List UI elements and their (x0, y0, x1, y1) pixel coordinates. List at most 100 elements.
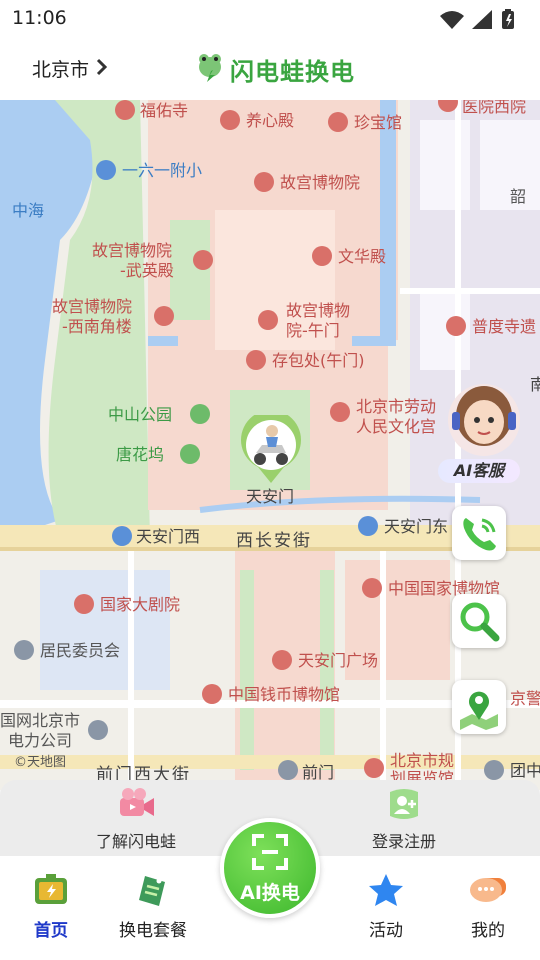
tab-home[interactable]: 首页 (11, 872, 91, 941)
signal-icon (472, 10, 492, 29)
poi-pin[interactable] (484, 760, 504, 780)
poi-label[interactable]: 北京市规 (390, 752, 454, 770)
current-location-rider-marker[interactable] (236, 415, 306, 485)
poi-label[interactable]: 普度寺遗 (472, 318, 536, 336)
chevron-right-icon[interactable] (96, 58, 108, 76)
poi-label[interactable]: -西南角楼 (62, 318, 132, 336)
poi-label[interactable]: 韶 (510, 188, 526, 206)
poi-pin[interactable] (193, 250, 213, 270)
phone-icon (463, 518, 496, 551)
poi-pin[interactable] (364, 758, 384, 778)
poi-label[interactable]: 故宫博物院 (52, 298, 132, 316)
ai-service-label[interactable]: AI客服 (438, 459, 520, 483)
poi-label[interactable]: 居民委员会 (40, 642, 120, 660)
poi-label[interactable]: 福佑寺 (140, 102, 188, 120)
map-copyright: ©天地图 (14, 755, 67, 770)
poi-label[interactable]: 人民文化宫 (356, 418, 436, 436)
tab-activity-label: 活动 (369, 921, 403, 941)
tab-mine[interactable]: 我的 (448, 872, 528, 941)
poi-pin[interactable] (88, 720, 108, 740)
wifi-icon (440, 11, 464, 29)
poi-label[interactable]: 南 (530, 376, 540, 394)
poi-pin[interactable] (362, 578, 382, 598)
poi-label[interactable]: 养心殿 (246, 112, 294, 130)
ai-service-avatar-icon[interactable] (444, 380, 524, 460)
poi-pin[interactable] (272, 650, 292, 670)
header: 北京市 闪电蛙换电 (0, 36, 540, 100)
ai-swap-label: AI换电 (240, 882, 300, 904)
tab-activity[interactable]: 活动 (346, 872, 426, 941)
poi-pin[interactable] (446, 316, 466, 336)
status-icons (440, 9, 514, 29)
poi-pin[interactable] (14, 640, 34, 660)
status-bar: 11:06 (0, 0, 540, 36)
tab-mine-label: 我的 (471, 921, 505, 941)
park-label[interactable]: 唐花坞 (116, 446, 164, 464)
poi-pin[interactable] (202, 684, 222, 704)
subway-label[interactable]: 天安门东 (384, 518, 448, 536)
location-button[interactable] (452, 680, 506, 734)
star-icon (369, 874, 403, 906)
subway-icon[interactable] (278, 760, 298, 780)
status-time: 11:06 (12, 7, 67, 29)
poi-label[interactable]: 一六一附小 (122, 162, 202, 180)
subway-icon[interactable] (358, 516, 378, 536)
school-pin[interactable] (96, 160, 116, 180)
tab-packages[interactable]: 换电套餐 (113, 872, 193, 941)
tab-home-label: 首页 (34, 921, 68, 941)
ai-swap-battery-button[interactable]: AI换电 (220, 818, 320, 918)
about-frog-label: 了解闪电蛙 (95, 832, 176, 851)
poi-pin[interactable] (246, 350, 266, 370)
poi-label[interactable]: 国家大剧院 (100, 596, 180, 614)
subway-label[interactable]: 天安门西 (136, 528, 200, 546)
tab-packages-label: 换电套餐 (119, 921, 187, 941)
call-button[interactable] (452, 506, 506, 560)
brand-title: 闪电蛙换电 (230, 58, 355, 86)
poi-label[interactable]: 故宫博物 (286, 302, 350, 320)
search-button[interactable] (452, 594, 506, 648)
poi-label[interactable]: 院-午门 (286, 322, 340, 340)
login-register-label: 登录注册 (371, 832, 436, 851)
poi-pin[interactable] (258, 310, 278, 330)
package-tag-icon (139, 876, 165, 906)
frog-logo-icon (199, 54, 221, 82)
poi-label[interactable]: 珍宝馆 (354, 114, 402, 132)
poi-label[interactable]: 中国钱币博物馆 (228, 686, 340, 704)
poi-label[interactable]: 医院西院 (462, 100, 526, 116)
poi-label[interactable]: 故宫博物院 (280, 174, 360, 192)
poi-pin[interactable] (154, 306, 174, 326)
poi-label[interactable]: 故宫博物院 (92, 242, 172, 260)
poi-pin[interactable] (328, 112, 348, 132)
search-icon (460, 602, 500, 642)
water-label: 中海 (12, 201, 45, 220)
scan-icon (252, 834, 288, 870)
brand-logo: 闪电蛙换电 (196, 51, 354, 86)
park-pin[interactable] (180, 444, 200, 464)
poi-pin[interactable] (254, 172, 274, 192)
about-frog-button[interactable]: 了解闪电蛙 (76, 786, 196, 852)
user-add-icon (390, 789, 418, 819)
city-selector[interactable]: 北京市 (32, 55, 89, 82)
poi-label[interactable]: 团中 (510, 762, 540, 780)
poi-label[interactable]: 电力公司 (8, 732, 72, 750)
poi-label[interactable]: 京警 (510, 690, 540, 708)
poi-label[interactable]: 存包处(午门) (272, 352, 365, 370)
poi-pin[interactable] (312, 246, 332, 266)
battery-home-icon (35, 874, 67, 904)
login-register-button[interactable]: 登录注册 (344, 786, 464, 852)
park-label[interactable]: 中山公园 (108, 406, 172, 424)
poi-label[interactable]: 国网北京市 (0, 712, 80, 730)
subway-icon[interactable] (112, 526, 132, 546)
poi-label[interactable]: 天安门广场 (298, 652, 378, 670)
map-location-icon (460, 691, 498, 730)
poi-label[interactable]: 文华殿 (338, 248, 386, 266)
poi-pin[interactable] (115, 100, 135, 120)
poi-label[interactable]: -武英殿 (120, 262, 174, 280)
poi-pin[interactable] (74, 594, 94, 614)
landmark-label[interactable]: 天安门 (246, 488, 294, 506)
park-pin[interactable] (190, 404, 210, 424)
poi-label[interactable]: 北京市劳动 (356, 398, 436, 416)
poi-pin[interactable] (330, 402, 350, 422)
poi-pin[interactable] (220, 110, 240, 130)
map-view[interactable]: 福佑寺 养心殿 珍宝馆 医院西院 一六一附小 中海 故宫博物院 韶 故宫博物院 … (0, 100, 540, 790)
